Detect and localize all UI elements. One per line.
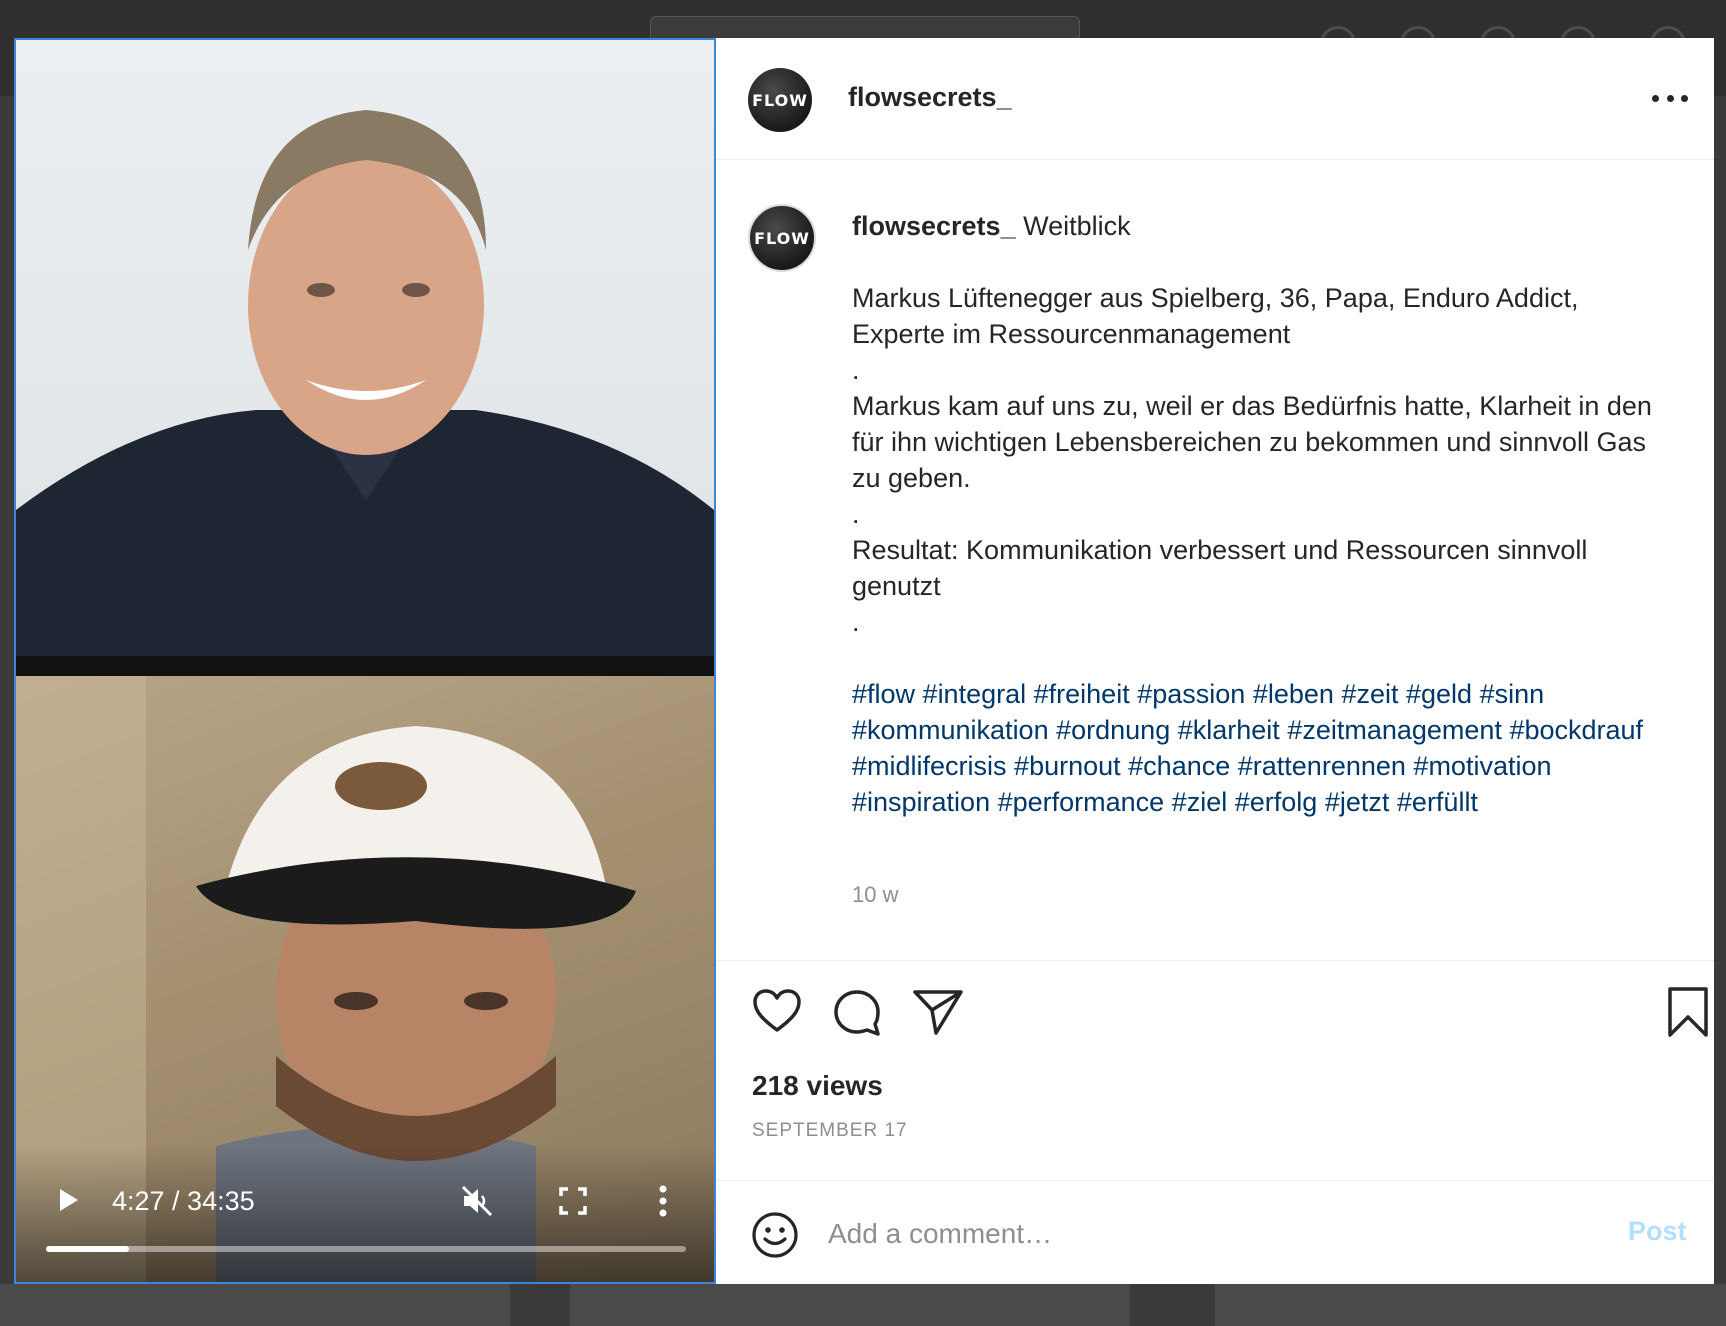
caption-line: Resultat: Kommunikation verbessert und R… xyxy=(852,535,1588,601)
caption-title: Weitblick xyxy=(1023,211,1131,241)
hashtag-link[interactable]: #chance xyxy=(1128,751,1230,781)
caption-separator: . xyxy=(852,355,860,385)
hashtag-link[interactable]: #ziel xyxy=(1172,787,1228,817)
hashtag-link[interactable]: #zeit xyxy=(1341,679,1398,709)
hashtag-link[interactable]: #bockdrauf xyxy=(1509,715,1643,745)
dot xyxy=(1681,94,1688,102)
divider xyxy=(716,960,1714,961)
vertical-ellipsis-icon[interactable] xyxy=(656,1184,670,1218)
hashtag-link[interactable]: #leben xyxy=(1253,679,1334,709)
video-time: 4:27 / 34:35 xyxy=(112,1186,255,1216)
avatar[interactable]: FLOW xyxy=(748,68,812,132)
post-comment-button[interactable]: Post xyxy=(1628,1216,1687,1247)
hashtag-link[interactable]: #ordnung xyxy=(1056,715,1170,745)
hashtag-link[interactable]: #performance xyxy=(998,787,1165,817)
smiley-icon[interactable] xyxy=(750,1210,800,1260)
hashtag-link[interactable]: #rattenrennen xyxy=(1238,751,1406,781)
divider xyxy=(716,1180,1714,1181)
paper-plane-icon[interactable] xyxy=(912,988,964,1036)
post-age[interactable]: 10 w xyxy=(852,882,898,908)
video-controls: 4:27 / 34:35 xyxy=(16,1144,714,1282)
caption-line: Markus kam auf uns zu, weil er das Bedür… xyxy=(852,391,1652,493)
hashtag-link[interactable]: #erfüllt xyxy=(1397,787,1478,817)
post-modal: 4:27 / 34:35 FLOW flowsecrets_ FLOW flow… xyxy=(14,38,1714,1284)
bookmark-icon[interactable] xyxy=(1666,986,1710,1038)
hashtag-link[interactable]: #integral xyxy=(923,679,1027,709)
hashtag-link[interactable]: #jetzt xyxy=(1325,787,1390,817)
hashtag-link[interactable]: #flow xyxy=(852,679,915,709)
hashtag-link[interactable]: #inspiration xyxy=(852,787,990,817)
speech-bubble-icon[interactable] xyxy=(832,988,882,1038)
caption-username[interactable]: flowsecrets_ xyxy=(852,211,1016,241)
caption-line: Markus Lüftenegger aus Spielberg, 36, Pa… xyxy=(852,283,1579,349)
heart-icon[interactable] xyxy=(752,988,802,1034)
video-progress-bar[interactable] xyxy=(46,1246,686,1252)
caption-separator: . xyxy=(852,607,860,637)
caption-avatar[interactable]: FLOW xyxy=(748,204,816,272)
hashtag-link[interactable]: #motivation xyxy=(1413,751,1551,781)
hashtag-link[interactable]: #kommunikation xyxy=(852,715,1049,745)
post-username[interactable]: flowsecrets_ xyxy=(848,82,1012,113)
play-icon[interactable] xyxy=(54,1186,82,1214)
post-date: SEPTEMBER 17 xyxy=(752,1120,908,1141)
post-side-panel: FLOW flowsecrets_ FLOW flowsecrets_ Weit… xyxy=(716,38,1714,1284)
dot xyxy=(1666,94,1674,102)
participant-one-figure xyxy=(16,110,714,656)
dot xyxy=(1652,94,1659,102)
avatar-logo-text: FLOW xyxy=(754,228,810,248)
hashtag-link[interactable]: #geld xyxy=(1406,679,1472,709)
avatar-logo-text: FLOW xyxy=(752,90,808,110)
hashtag-link[interactable]: #burnout xyxy=(1014,751,1121,781)
speaker-muted-icon[interactable] xyxy=(460,1184,494,1218)
view-count[interactable]: 218 views xyxy=(752,1070,883,1102)
caption-hashtags: #flow #integral #freiheit #passion #lebe… xyxy=(852,676,1672,820)
video-progress-fill xyxy=(46,1246,130,1252)
post-header: FLOW flowsecrets_ xyxy=(716,38,1714,160)
hashtag-link[interactable]: #klarheit xyxy=(1178,715,1280,745)
hashtag-link[interactable]: #midlifecrisis xyxy=(852,751,1007,781)
hashtag-link[interactable]: #sinn xyxy=(1480,679,1545,709)
caption-header: flowsecrets_ Weitblick xyxy=(852,208,1672,244)
background-thumbnail xyxy=(570,1284,1130,1326)
caption-separator: . xyxy=(852,499,860,529)
hashtag-link[interactable]: #erfolg xyxy=(1235,787,1318,817)
hashtag-link[interactable]: #zeitmanagement xyxy=(1287,715,1502,745)
video-frame-top-participant xyxy=(16,40,714,656)
background-thumbnail xyxy=(1215,1284,1726,1326)
fullscreen-icon[interactable] xyxy=(558,1186,588,1216)
ellipsis-icon[interactable] xyxy=(1652,86,1688,110)
comment-input[interactable] xyxy=(828,1208,1588,1260)
video-player[interactable]: 4:27 / 34:35 xyxy=(14,38,716,1284)
background-thumbnail xyxy=(0,1284,510,1326)
post-caption: flowsecrets_ Weitblick Markus Lüftenegge… xyxy=(852,208,1672,820)
hashtag-link[interactable]: #freiheit xyxy=(1034,679,1130,709)
hashtag-link[interactable]: #passion xyxy=(1137,679,1245,709)
